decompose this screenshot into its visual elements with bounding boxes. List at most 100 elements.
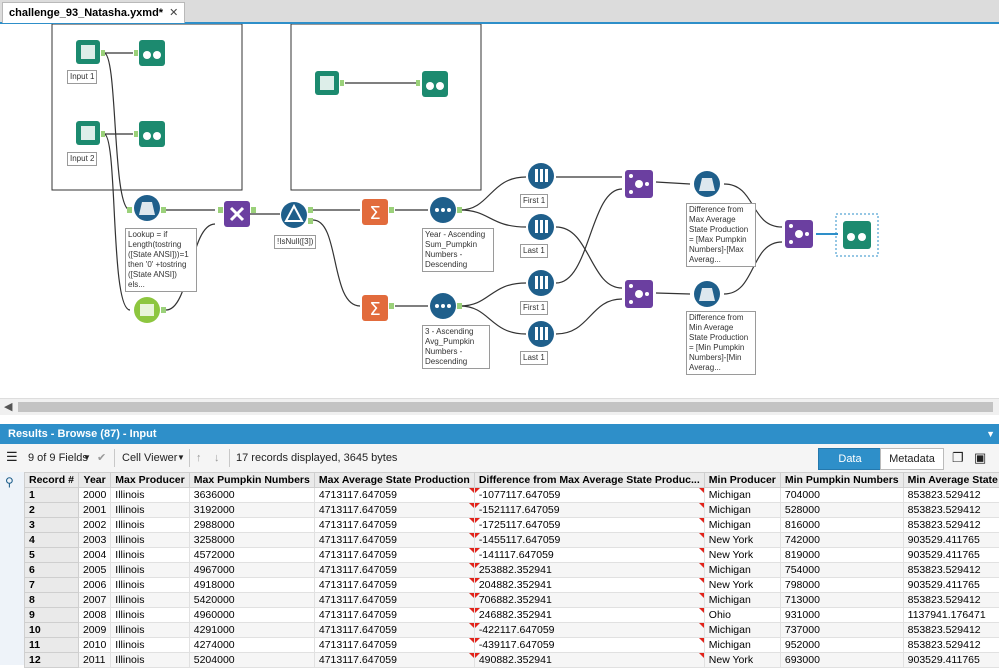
table-cell[interactable]: 4713117.647059 bbox=[314, 608, 474, 623]
tab-workflow[interactable]: challenge_93_Natasha.yxmd* ✕ bbox=[2, 2, 185, 23]
table-cell[interactable]: 3636000 bbox=[189, 488, 314, 503]
table-cell[interactable]: 853823.529412 bbox=[903, 518, 999, 533]
table-cell[interactable]: 2001 bbox=[78, 503, 110, 518]
chevron-down-icon[interactable]: ▼ bbox=[83, 450, 91, 466]
arrow-down-icon[interactable]: ↓ bbox=[214, 450, 220, 466]
table-cell[interactable]: 853823.529412 bbox=[903, 638, 999, 653]
table-row[interactable]: 62005Illinois49670004713117.647059253882… bbox=[25, 563, 999, 578]
table-cell[interactable]: 246882.352941 bbox=[474, 608, 704, 623]
table-cell[interactable]: -1725117.647059 bbox=[474, 518, 704, 533]
table-cell[interactable]: 4967000 bbox=[189, 563, 314, 578]
column-header[interactable]: Year bbox=[78, 473, 110, 488]
table-cell[interactable]: 903529.411765 bbox=[903, 578, 999, 593]
scrollbar-thumb[interactable] bbox=[18, 402, 993, 412]
table-cell[interactable]: 4713117.647059 bbox=[314, 578, 474, 593]
column-header[interactable]: Difference from Max Average State Produc… bbox=[474, 473, 704, 488]
table-cell[interactable]: 4713117.647059 bbox=[314, 623, 474, 638]
column-header[interactable]: Max Producer bbox=[111, 473, 189, 488]
table-row[interactable]: 122011Illinois52040004713117.64705949088… bbox=[25, 653, 999, 668]
table-cell[interactable]: 253882.352941 bbox=[474, 563, 704, 578]
table-cell[interactable]: Michigan bbox=[704, 623, 780, 638]
table-cell[interactable]: -1521117.647059 bbox=[474, 503, 704, 518]
table-cell[interactable]: Illinois bbox=[111, 503, 189, 518]
table-row[interactable]: 92008Illinois49600004713117.647059246882… bbox=[25, 608, 999, 623]
table-cell[interactable]: 4713117.647059 bbox=[314, 653, 474, 668]
table-cell[interactable]: -422117.647059 bbox=[474, 623, 704, 638]
table-cell[interactable]: -1077117.647059 bbox=[474, 488, 704, 503]
table-row[interactable]: 42003Illinois32580004713117.647059-14551… bbox=[25, 533, 999, 548]
table-cell[interactable]: 713000 bbox=[780, 593, 903, 608]
table-cell[interactable]: Illinois bbox=[111, 578, 189, 593]
table-cell[interactable]: 816000 bbox=[780, 518, 903, 533]
table-cell[interactable]: 5204000 bbox=[189, 653, 314, 668]
table-cell[interactable]: 490882.352941 bbox=[474, 653, 704, 668]
table-cell[interactable]: 3258000 bbox=[189, 533, 314, 548]
record-number-cell[interactable]: 11 bbox=[25, 638, 79, 653]
table-cell[interactable]: 2002 bbox=[78, 518, 110, 533]
table-row[interactable]: 32002Illinois29880004713117.647059-17251… bbox=[25, 518, 999, 533]
table-cell[interactable]: 2009 bbox=[78, 623, 110, 638]
table-cell[interactable]: 903529.411765 bbox=[903, 533, 999, 548]
fields-dropdown[interactable]: 9 of 9 Fields bbox=[28, 450, 88, 466]
table-row[interactable]: 72006Illinois49180004713117.647059204882… bbox=[25, 578, 999, 593]
record-number-cell[interactable]: 1 bbox=[25, 488, 79, 503]
record-number-cell[interactable]: 5 bbox=[25, 548, 79, 563]
table-cell[interactable]: 2007 bbox=[78, 593, 110, 608]
table-cell[interactable]: 4291000 bbox=[189, 623, 314, 638]
table-cell[interactable]: 4713117.647059 bbox=[314, 533, 474, 548]
table-cell[interactable]: 5420000 bbox=[189, 593, 314, 608]
table-cell[interactable]: Illinois bbox=[111, 488, 189, 503]
table-row[interactable]: 12000Illinois36360004713117.647059-10771… bbox=[25, 488, 999, 503]
table-cell[interactable]: Illinois bbox=[111, 608, 189, 623]
table-cell[interactable]: 819000 bbox=[780, 548, 903, 563]
table-cell[interactable]: 742000 bbox=[780, 533, 903, 548]
table-cell[interactable]: 2003 bbox=[78, 533, 110, 548]
table-cell[interactable]: 2004 bbox=[78, 548, 110, 563]
table-cell[interactable]: 706882.352941 bbox=[474, 593, 704, 608]
table-cell[interactable]: 4713117.647059 bbox=[314, 518, 474, 533]
table-cell[interactable]: 2988000 bbox=[189, 518, 314, 533]
table-cell[interactable]: 737000 bbox=[780, 623, 903, 638]
table-cell[interactable]: Illinois bbox=[111, 563, 189, 578]
chevron-down-icon[interactable]: ▼ bbox=[978, 424, 995, 444]
table-cell[interactable]: 798000 bbox=[780, 578, 903, 593]
metadata-button[interactable]: Metadata bbox=[880, 448, 944, 470]
table-cell[interactable]: 853823.529412 bbox=[903, 503, 999, 518]
table-cell[interactable]: -1455117.647059 bbox=[474, 533, 704, 548]
table-cell[interactable]: Illinois bbox=[111, 623, 189, 638]
column-header[interactable]: Max Pumpkin Numbers bbox=[189, 473, 314, 488]
table-cell[interactable]: Michigan bbox=[704, 563, 780, 578]
table-cell[interactable]: 903529.411765 bbox=[903, 548, 999, 563]
record-number-cell[interactable]: 9 bbox=[25, 608, 79, 623]
chevron-down-icon[interactable]: ▼ bbox=[177, 450, 185, 466]
table-cell[interactable]: 528000 bbox=[780, 503, 903, 518]
table-row[interactable]: 102009Illinois42910004713117.647059-4221… bbox=[25, 623, 999, 638]
table-cell[interactable]: Illinois bbox=[111, 533, 189, 548]
table-cell[interactable]: Michigan bbox=[704, 638, 780, 653]
table-cell[interactable]: Illinois bbox=[111, 653, 189, 668]
table-cell[interactable]: New York bbox=[704, 533, 780, 548]
table-cell[interactable]: Illinois bbox=[111, 518, 189, 533]
table-cell[interactable]: 2008 bbox=[78, 608, 110, 623]
table-cell[interactable]: Michigan bbox=[704, 503, 780, 518]
save-icon[interactable]: ▣ bbox=[974, 450, 986, 466]
table-cell[interactable]: 4713117.647059 bbox=[314, 548, 474, 563]
table-cell[interactable]: New York bbox=[704, 653, 780, 668]
list-icon[interactable]: ☰ bbox=[6, 449, 18, 465]
record-number-cell[interactable]: 8 bbox=[25, 593, 79, 608]
table-cell[interactable]: New York bbox=[704, 578, 780, 593]
table-row[interactable]: 52004Illinois45720004713117.647059-14111… bbox=[25, 548, 999, 563]
table-cell[interactable]: 931000 bbox=[780, 608, 903, 623]
table-cell[interactable]: 4713117.647059 bbox=[314, 638, 474, 653]
record-number-cell[interactable]: 7 bbox=[25, 578, 79, 593]
column-header[interactable]: Min Pumpkin Numbers bbox=[780, 473, 903, 488]
table-cell[interactable]: 853823.529412 bbox=[903, 593, 999, 608]
workflow-canvas[interactable]: Σ Σ Input 1 Input 2 Lookup = if Length(t… bbox=[0, 24, 999, 398]
table-cell[interactable]: 903529.411765 bbox=[903, 653, 999, 668]
table-cell[interactable]: 2000 bbox=[78, 488, 110, 503]
table-cell[interactable]: 2005 bbox=[78, 563, 110, 578]
record-number-cell[interactable]: 6 bbox=[25, 563, 79, 578]
table-cell[interactable]: 3192000 bbox=[189, 503, 314, 518]
table-row[interactable]: 82007Illinois54200004713117.647059706882… bbox=[25, 593, 999, 608]
check-icon[interactable]: ✔ bbox=[97, 450, 106, 466]
